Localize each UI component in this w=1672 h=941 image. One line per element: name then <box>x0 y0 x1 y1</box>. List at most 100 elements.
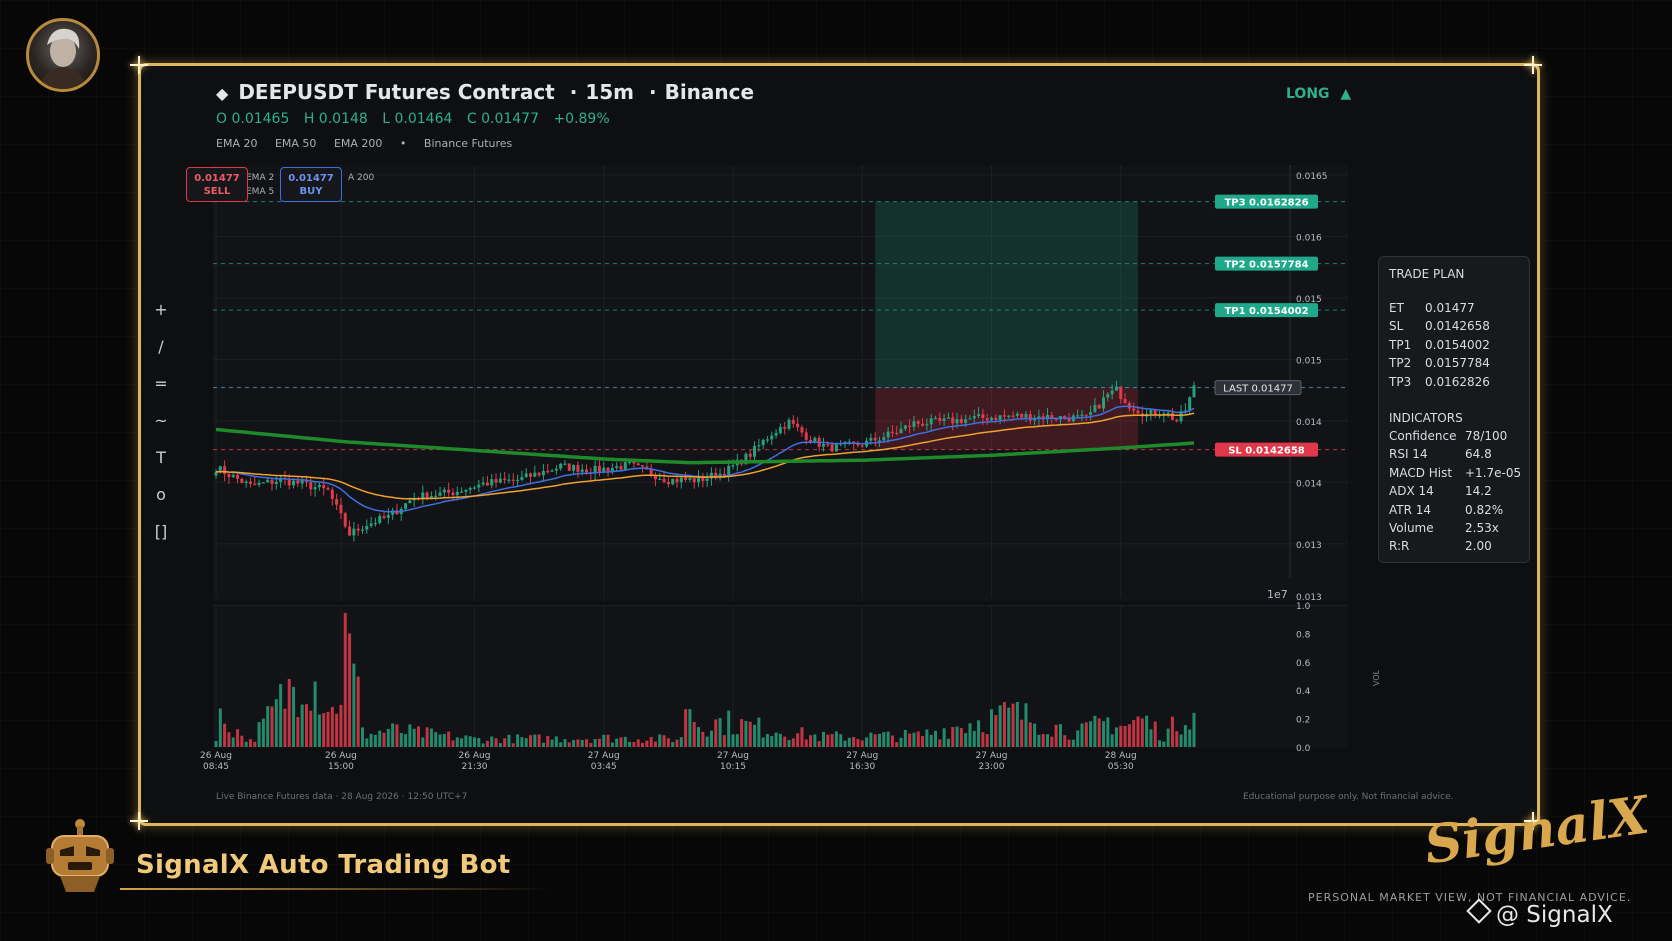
candle-body <box>787 419 791 429</box>
volume-bar <box>653 741 657 747</box>
volume-bar <box>834 731 838 747</box>
plan-row-tp2: TP2 0.0157784 <box>1389 356 1519 374</box>
volume-bar <box>1024 703 1028 747</box>
volume-bar <box>214 741 218 747</box>
candle-body <box>563 463 567 465</box>
volume-bar <box>455 737 459 747</box>
volume-bar <box>757 717 761 747</box>
tp2-tag: TP2 0.0157784 <box>1224 260 1308 271</box>
time-tick-time: 10:15 <box>720 762 746 772</box>
time-tick-time: 08:45 <box>203 762 229 772</box>
candle-body <box>679 477 683 483</box>
volume-bar <box>507 734 511 747</box>
candle-body <box>821 444 825 447</box>
plan-value: 0.0154002 <box>1425 337 1490 352</box>
volume-bar <box>304 704 308 747</box>
volume-bar <box>951 727 955 747</box>
candle-body <box>830 444 834 452</box>
legend-overlap-ema200: A 200 <box>348 173 374 183</box>
candle-body <box>903 425 907 429</box>
time-tick-date: 27 Aug <box>588 751 620 761</box>
plan-value: 0.0142658 <box>1425 319 1490 334</box>
volume-bar <box>1033 723 1037 747</box>
disclaimer: Educational purpose only. Not financial … <box>1243 792 1454 802</box>
volume-bar <box>373 734 377 747</box>
candle-body <box>447 489 451 493</box>
candle-body <box>641 465 645 467</box>
volume-bar <box>727 710 731 747</box>
candle-body <box>309 482 313 490</box>
candle-body <box>684 477 688 481</box>
time-tick-date: 27 Aug <box>976 751 1008 761</box>
volume-bar <box>554 736 558 747</box>
volume-bar <box>1076 730 1080 747</box>
volume-bar <box>503 738 507 747</box>
candle-body <box>473 487 477 489</box>
volume-bar <box>856 739 860 747</box>
volume-bar <box>1192 712 1196 747</box>
volume-bar <box>580 739 584 747</box>
candle-body <box>925 424 929 426</box>
loss-zone <box>875 387 1138 450</box>
volume-bar <box>1058 724 1062 747</box>
plan-value: 0.0157784 <box>1425 356 1490 371</box>
volume-bar <box>916 731 920 747</box>
volume-bar <box>843 740 847 747</box>
volume-bar <box>1054 724 1058 747</box>
candle-body <box>438 492 442 496</box>
volume-bar <box>330 706 334 747</box>
volume-bar <box>718 718 722 747</box>
volume-bar <box>546 735 550 747</box>
time-tick-time: 05:30 <box>1108 762 1134 772</box>
candle-body <box>1192 385 1196 398</box>
indicators-title: INDICATORS <box>1389 410 1463 425</box>
indicator-key: Confidence <box>1389 428 1457 443</box>
candle-body <box>951 417 955 424</box>
candle-body <box>408 500 412 504</box>
candle-body <box>1093 405 1097 413</box>
volume-bar <box>270 706 274 747</box>
candle-body <box>753 445 757 457</box>
volume-bar <box>662 735 666 747</box>
volume-bar <box>520 737 524 747</box>
buy-button[interactable]: 0.01477 BUY <box>280 167 342 202</box>
volume-bar <box>895 742 899 747</box>
volume-bar <box>796 733 800 747</box>
volume-bar <box>447 731 451 747</box>
candle-body <box>481 482 485 485</box>
candle-body <box>382 515 386 518</box>
candle-body <box>912 421 916 427</box>
volume-bar <box>791 738 795 747</box>
candle-body <box>524 473 528 477</box>
volume-bar <box>369 733 373 747</box>
candle-body <box>511 479 515 481</box>
candle-body <box>356 528 360 531</box>
volume-bar <box>322 713 326 747</box>
volume-bar <box>908 733 912 747</box>
candle-body <box>800 427 804 433</box>
volume-bar <box>386 728 390 747</box>
volume-bar <box>1071 739 1075 747</box>
indicator-key: RSI 14 <box>1389 447 1428 462</box>
volume-bar <box>1063 735 1067 747</box>
candle-body <box>1076 415 1080 417</box>
volume-bar <box>498 743 502 747</box>
volume-bar <box>787 739 791 747</box>
trade-plan-title: TRADE PLAN <box>1389 267 1465 281</box>
trade-plan-panel: TRADE PLAN ET 0.01477 SL 0.0142658 TP1 0.01… <box>1378 256 1530 563</box>
price-pane <box>213 165 1348 601</box>
indicator-key: ADX 14 <box>1389 484 1434 499</box>
volume-bar <box>688 709 692 747</box>
candle-body <box>688 478 692 481</box>
indicator-value: +1.7e-05 <box>1465 465 1522 480</box>
volume-bar <box>1046 734 1050 747</box>
volume-bar <box>335 713 339 747</box>
candle-body <box>248 481 252 484</box>
volume-bar <box>451 740 455 747</box>
volume-bar <box>223 723 227 747</box>
price-tick-label: 0.016 <box>1296 233 1322 243</box>
indicator-row: RSI 14 64.8 <box>1389 447 1519 465</box>
sell-label: SELL <box>203 186 231 197</box>
signalx-handle[interactable]: @ SignalX <box>1466 898 1613 928</box>
sell-button[interactable]: 0.01477 SELL <box>186 167 248 202</box>
